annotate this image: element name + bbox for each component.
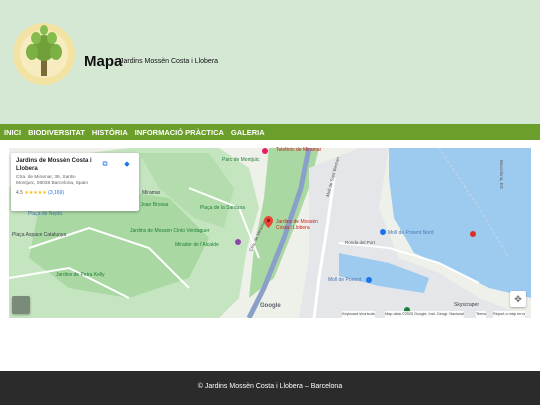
nav-item-biodiversitat[interactable]: BIODIVERSITAT <box>28 128 85 137</box>
map-label-mirador: Mirador de l'Alcalde <box>175 242 219 248</box>
nav-item-historia[interactable]: HISTÒRIA <box>92 128 128 137</box>
map-label-jardins-verdaguer: Jardins de Mossèn Cinto Verdaguer <box>130 228 210 234</box>
location-pin-icon[interactable] <box>264 216 273 228</box>
map-label-parc-montjuic: Parc de Montjuïc <box>222 157 260 163</box>
map-label-moll-ponent-nord: Moll de Ponent Nord <box>388 230 434 236</box>
map-label-catalunya: Plaça Aspace Catalunya <box>12 232 67 238</box>
main-nav: INICI BIODIVERSITAT HISTÒRIA INFORMACIÓ … <box>0 124 540 140</box>
google-logo: Google <box>260 303 281 309</box>
reviews-link[interactable]: (3,169) <box>48 190 64 196</box>
place-address: Ctra. de Miramar, 38, Sants-Montjuïc, 08… <box>16 175 89 186</box>
layers-thumbnail-button[interactable] <box>12 296 30 314</box>
footer-text: © Jardins Mossèn Costa i Llobera – Barce… <box>197 383 343 390</box>
nav-item-informacio-practica[interactable]: INFORMACIÓ PRÀCTICA <box>135 128 224 137</box>
map-label-barcelona: Barcelona, ES <box>499 160 504 189</box>
page-title: Mapa <box>84 53 123 70</box>
map-label-placa-sardana: Plaça de la Sardana <box>200 205 246 211</box>
map-label-placa-neptu: Plaça de Neptú <box>28 211 63 217</box>
terms-link[interactable]: Terms <box>476 311 487 318</box>
report-error-link[interactable]: Report a map error <box>493 311 526 318</box>
pegman-icon[interactable]: ✥ <box>510 291 526 307</box>
map-label-ronda-port: Ronda del Port <box>345 240 376 245</box>
keyboard-shortcuts-link[interactable]: Keyboard shortcuts <box>342 311 375 318</box>
map-label-skyscraper: Skyscraper <box>454 302 480 308</box>
site-header: Mapa Jardins Mossèn Costa i Llobera <box>0 0 540 124</box>
place-rating: 4.5 ★★★★★ (3,169) <box>16 190 134 196</box>
place-info-card: Jardins de Mossèn Costa i Llobera Ctra. … <box>11 153 139 211</box>
cactus-logo-icon[interactable] <box>12 22 76 86</box>
site-footer: © Jardins Mossèn Costa i Llobera – Barce… <box>0 371 540 405</box>
open-in-maps-icon[interactable]: ⧉ <box>100 160 110 170</box>
map-label-miramar: Miramar <box>142 190 161 196</box>
directions-icon[interactable]: ◆ <box>122 160 132 170</box>
page-subtitle: Jardins Mossèn Costa i Llobera <box>120 58 219 65</box>
map-label-petra-kelly: Jardins de Petra Kelly <box>56 272 105 278</box>
nav-item-galeria[interactable]: GALERIA <box>231 128 265 137</box>
place-name: Jardins de Mossèn Costa i Llobera <box>16 158 92 172</box>
pin-label: Jardins de Mossèn Costa i Llobera <box>276 219 318 231</box>
rating-stars: ★★★★★ <box>24 190 47 196</box>
rating-value: 4.5 <box>16 190 23 196</box>
map-label-moll-ponent: Moll de Ponent <box>328 277 362 283</box>
nav-item-inici[interactable]: INICI <box>4 128 21 137</box>
map-label-teleferic: Telefèric de Miramar <box>276 147 322 153</box>
map-data-attribution: Map data ©2025 Google, Inst. Geogr. Naci… <box>385 311 464 318</box>
